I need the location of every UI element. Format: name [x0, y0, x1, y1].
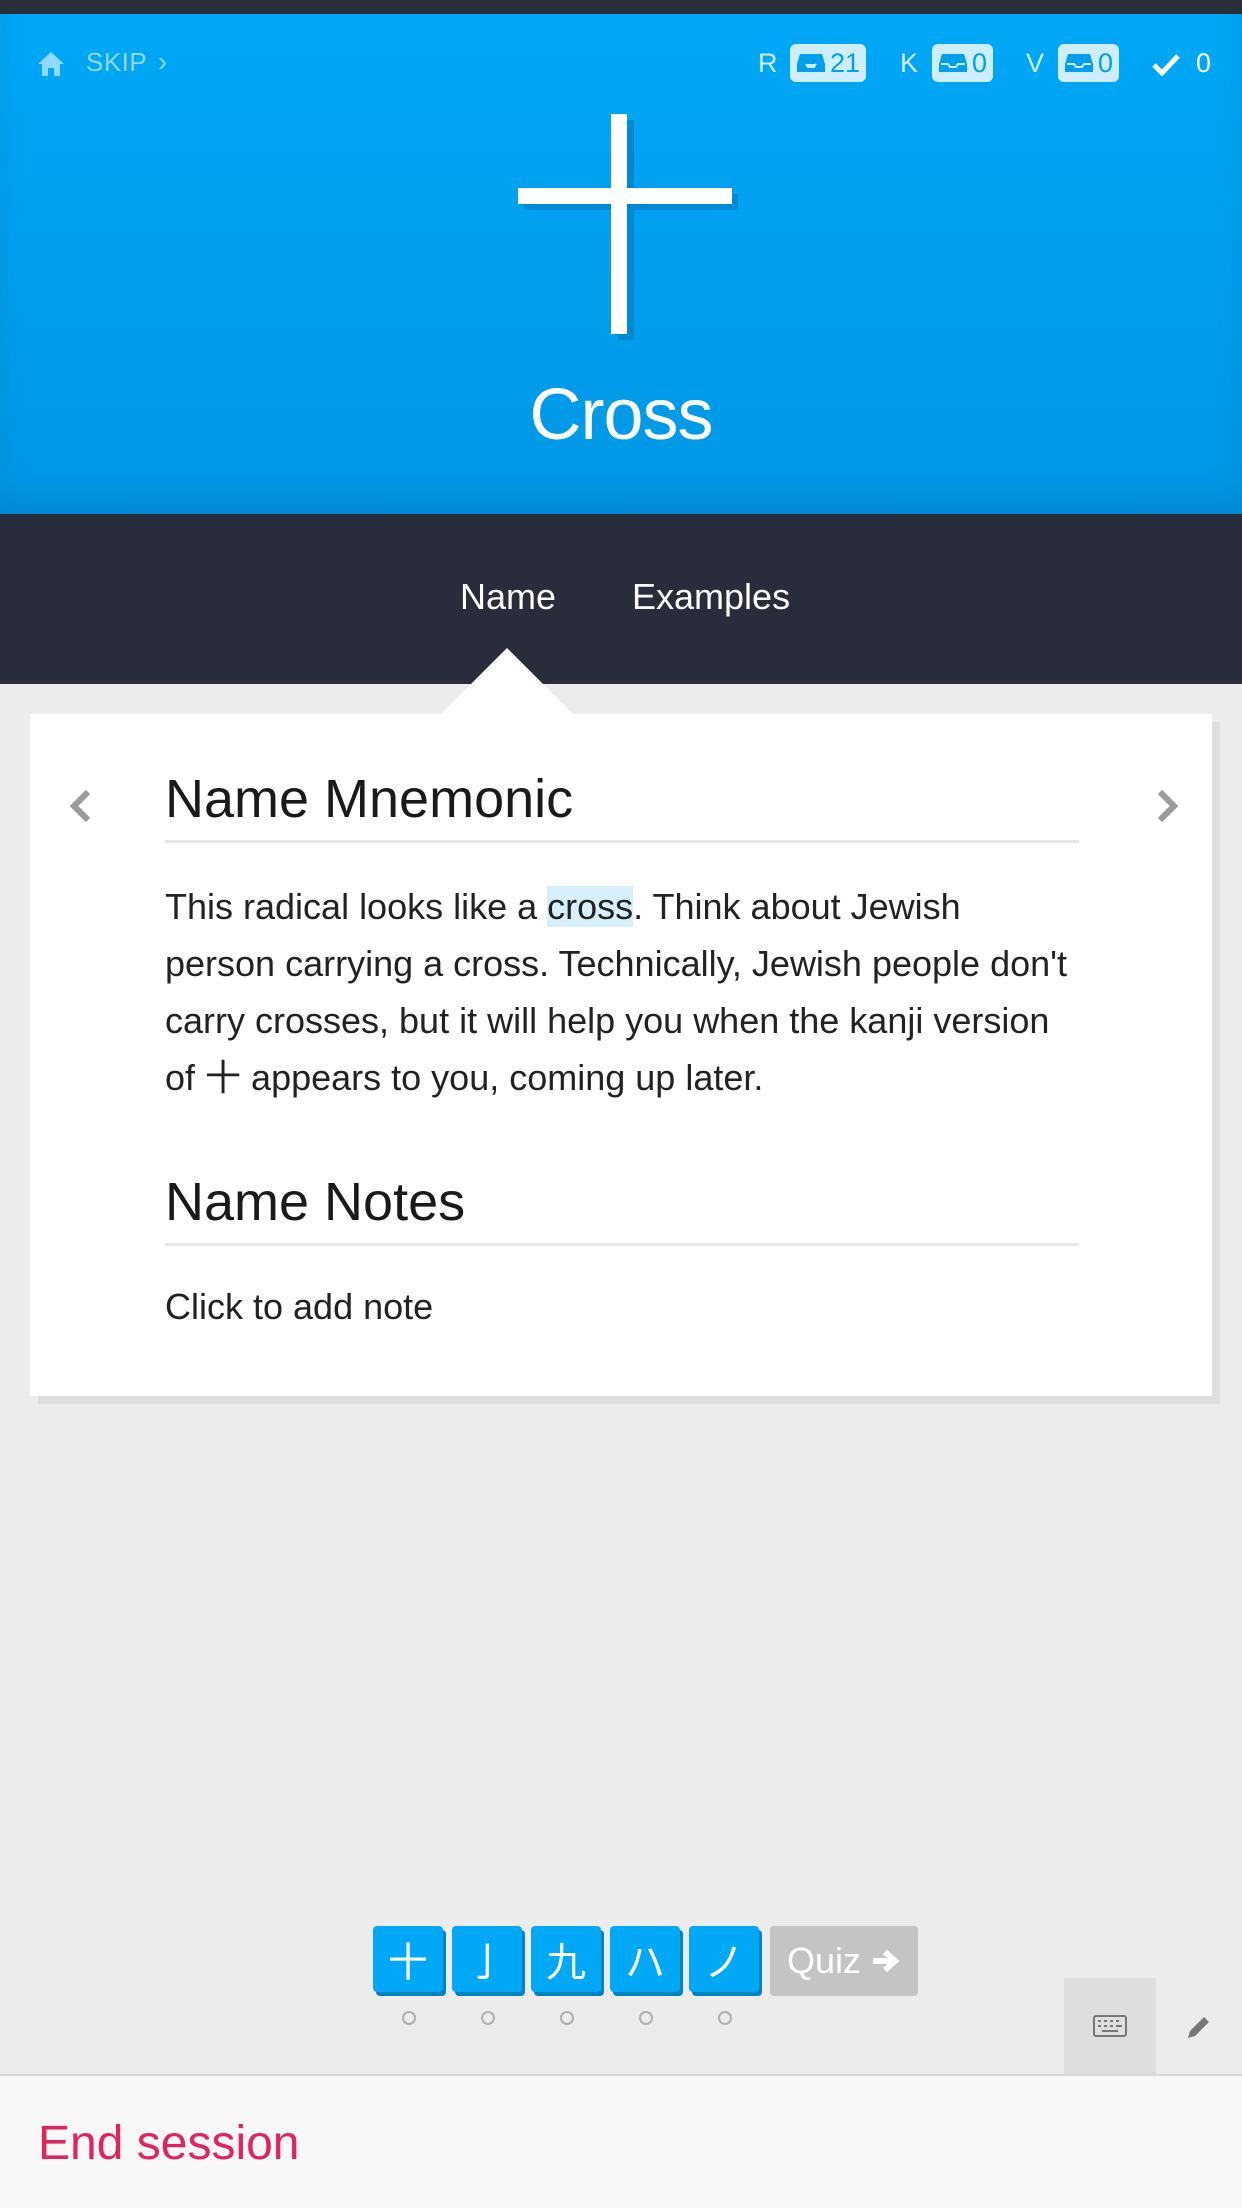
radicals-count-label: R	[758, 48, 778, 78]
end-session-button[interactable]: End session	[38, 2116, 300, 2171]
lesson-queue: 十 亅 九 ハ ノ Quiz	[0, 1926, 1242, 1996]
home-icon[interactable]	[36, 50, 66, 78]
status-strip	[0, 0, 1242, 14]
progress-dot	[481, 2011, 495, 2025]
info-tabs: Name Examples	[0, 514, 1242, 684]
info-card: Name Mnemonic This radical looks like a …	[30, 714, 1212, 1396]
kanji-count-value: 0	[972, 47, 988, 78]
progress-dot	[718, 2011, 732, 2025]
progress-dot	[560, 2011, 574, 2025]
mnemonic-text: This radical looks like a cross. Think a…	[165, 878, 1079, 1107]
queue-item[interactable]: 九	[531, 1926, 601, 1992]
mnemonic-title: Name Mnemonic	[165, 768, 1079, 843]
radicals-count-value: 21	[830, 47, 861, 78]
vocab-count-value: 0	[1098, 47, 1114, 78]
completed-count: 0	[1196, 48, 1212, 78]
inline-kanji: 十	[205, 1058, 242, 1099]
vocab-count-label: V	[1026, 48, 1045, 78]
footer-bar: End session	[0, 2074, 1242, 2208]
quiz-label: Quiz	[786, 1940, 862, 1981]
pencil-icon[interactable]	[1184, 2012, 1214, 2042]
progress-dot	[402, 2011, 416, 2025]
add-note-field[interactable]: Click to add note	[165, 1286, 433, 1328]
arrow-right-icon	[873, 1949, 900, 1973]
chevron-left-icon[interactable]	[66, 786, 96, 826]
keyboard-button[interactable]	[1064, 1978, 1156, 2074]
notes-title: Name Notes	[165, 1171, 1079, 1246]
check-icon	[1152, 54, 1180, 76]
queue-item[interactable]: ハ	[610, 1926, 680, 1992]
queue-item[interactable]: 十	[373, 1926, 443, 1992]
skip-button[interactable]: SKIP	[86, 47, 147, 78]
keyboard-icon	[1093, 2015, 1127, 2037]
active-tab-pointer	[441, 648, 573, 714]
vocab-count-badge: 0	[1058, 44, 1120, 82]
tab-examples[interactable]: Examples	[632, 576, 790, 618]
queue-item[interactable]: ノ	[689, 1926, 759, 1992]
mnemonic-part: This radical looks like a	[165, 886, 548, 927]
mnemonic-part: appears to you, coming up later.	[241, 1057, 764, 1098]
top-bar: SKIP › R 21 K 0 V 0 0	[0, 34, 1242, 94]
tab-name[interactable]: Name	[460, 576, 556, 618]
kanji-count-label: K	[900, 48, 919, 78]
chevron-right-icon[interactable]	[1152, 786, 1182, 826]
queue-item[interactable]: 亅	[452, 1926, 522, 1992]
quiz-button[interactable]: Quiz	[770, 1926, 918, 1996]
progress-dot	[639, 2011, 653, 2025]
radicals-count-badge: 21	[790, 44, 867, 82]
kanji-count-badge: 0	[932, 44, 994, 82]
inbox-icon	[797, 54, 825, 72]
inbox-icon	[939, 54, 967, 72]
radical-character: 十	[518, 114, 738, 340]
skip-chevron-icon[interactable]: ›	[158, 46, 167, 78]
radical-meaning: Cross	[529, 375, 713, 455]
inbox-icon	[1065, 54, 1093, 72]
highlighted-term: cross	[547, 886, 634, 927]
subject-header: SKIP › R 21 K 0 V 0 0 十 Cross	[0, 14, 1242, 514]
